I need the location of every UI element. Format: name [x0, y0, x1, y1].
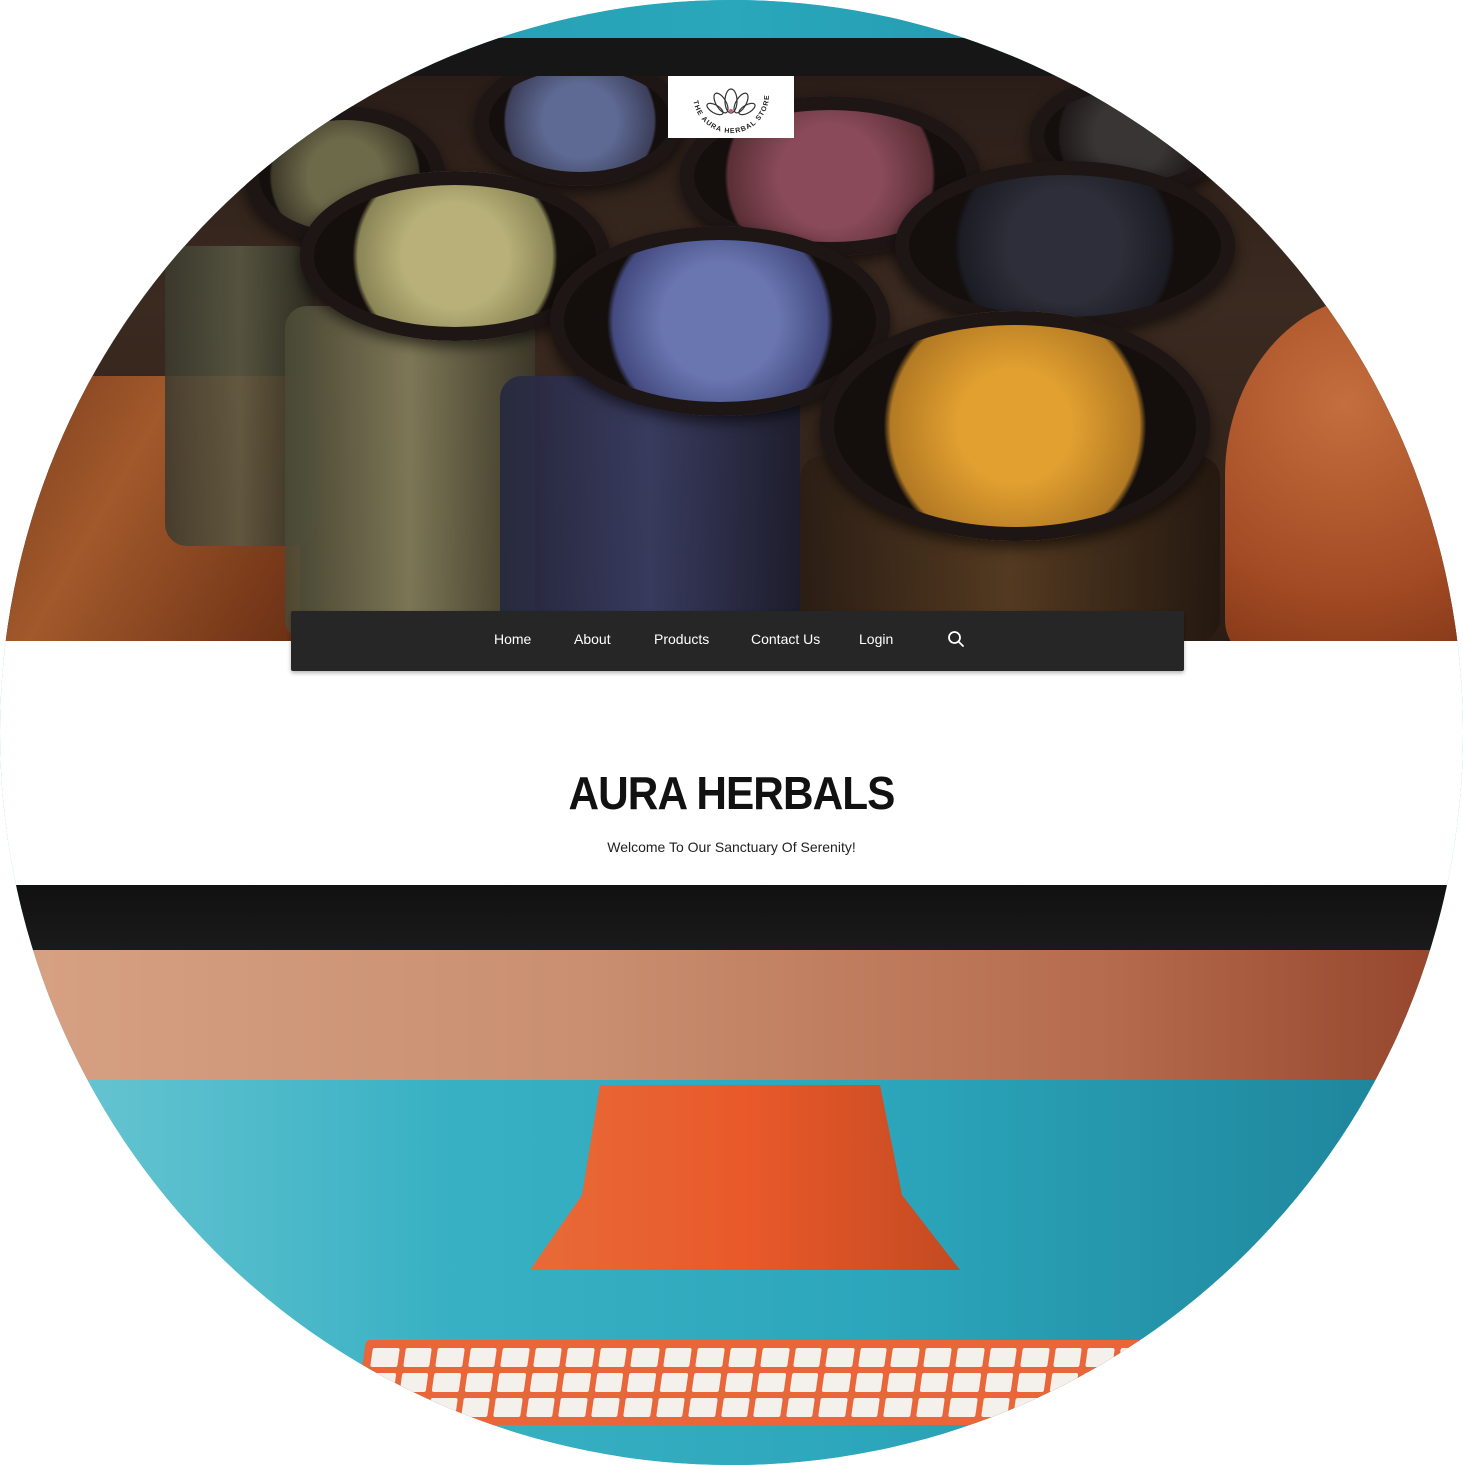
keyboard: [354, 1340, 1156, 1425]
nav-home[interactable]: Home: [494, 631, 531, 647]
search-button[interactable]: [947, 630, 967, 650]
photo-frame: THE AURA HERBAL STORE Home About Product…: [0, 0, 1463, 1465]
page-subtitle: Welcome To Our Sanctuary Of Serenity!: [607, 839, 856, 855]
monitor-bezel: [0, 38, 1463, 76]
nav-contact-us[interactable]: Contact Us: [751, 631, 820, 647]
website-screen: THE AURA HERBAL STORE Home About Product…: [0, 76, 1463, 886]
search-icon: [948, 631, 964, 647]
svg-text:THE AURA HERBAL STORE: THE AURA HERBAL STORE: [691, 94, 771, 135]
page-title: AURA HERBALS: [568, 767, 896, 819]
herb-jar-body: [285, 306, 535, 641]
herb-jar: [895, 161, 1235, 331]
herb-jar-body: [500, 376, 800, 641]
nav-login[interactable]: Login: [859, 631, 893, 647]
monitor-bottom-bezel: [0, 885, 1463, 950]
herb-jar: [475, 76, 685, 186]
main-navbar: Home About Products Contact Us Login: [291, 611, 1184, 671]
clay-pot: [1225, 296, 1463, 641]
lotus-logo-icon: THE AURA HERBAL STORE: [691, 88, 771, 135]
herb-jar: [820, 311, 1210, 541]
hero-image-herb-jars: THE AURA HERBAL STORE: [0, 76, 1463, 641]
store-logo[interactable]: THE AURA HERBAL STORE: [668, 76, 794, 138]
nav-about[interactable]: About: [574, 631, 611, 647]
monitor-chin: [0, 950, 1463, 1085]
nav-products[interactable]: Products: [654, 631, 709, 647]
